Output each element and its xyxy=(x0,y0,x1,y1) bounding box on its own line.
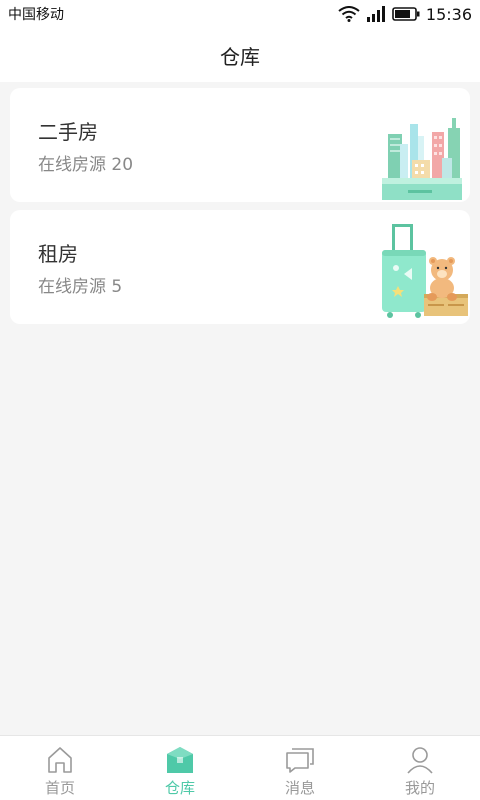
tab-messages[interactable]: 消息 xyxy=(240,736,360,800)
status-bar: 中国移动 15:36 xyxy=(0,0,480,28)
suitcase-teddy-illustration xyxy=(370,224,470,324)
message-icon xyxy=(284,745,316,775)
tab-label: 消息 xyxy=(284,779,315,797)
card-second-hand-house[interactable]: 二手房 在线房源 20 xyxy=(10,88,470,202)
wifi-icon xyxy=(338,6,360,22)
status-icons: 15:36 xyxy=(338,5,472,24)
carrier-label: 中国移动 xyxy=(8,7,64,23)
home-icon xyxy=(45,745,75,775)
card-subtitle: 在线房源 20 xyxy=(38,155,134,175)
signal-icon xyxy=(366,6,386,22)
card-title: 租房 xyxy=(38,242,78,266)
page-title: 仓库 xyxy=(220,44,260,69)
card-rental[interactable]: 租房 在线房源 5 xyxy=(10,210,470,324)
card-title: 二手房 xyxy=(38,120,98,144)
tab-warehouse[interactable]: 仓库 xyxy=(120,736,240,800)
tab-bar: 首页 仓库 消息 我的 xyxy=(0,735,480,800)
card-subtitle: 在线房源 5 xyxy=(38,277,123,297)
warehouse-box-icon xyxy=(164,745,196,775)
tab-label: 首页 xyxy=(44,779,75,797)
tab-home[interactable]: 首页 xyxy=(0,736,120,800)
user-icon xyxy=(405,745,435,775)
tab-label: 我的 xyxy=(404,779,435,797)
battery-icon xyxy=(392,7,420,21)
nav-bar: 仓库 xyxy=(0,28,480,82)
tab-profile[interactable]: 我的 xyxy=(360,736,480,800)
status-time: 15:36 xyxy=(425,4,472,24)
tab-label: 仓库 xyxy=(164,779,195,797)
city-buildings-illustration xyxy=(378,104,470,202)
